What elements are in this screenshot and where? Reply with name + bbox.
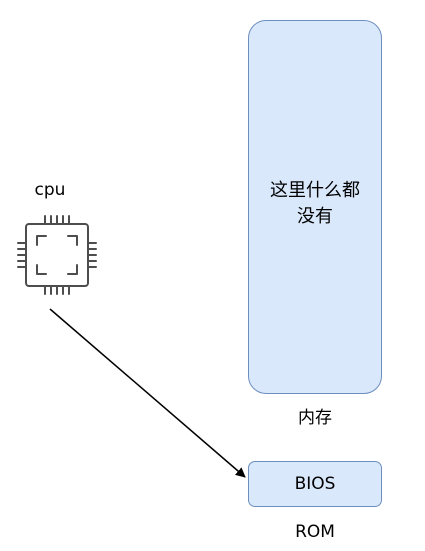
cpu-to-bios-arrow (49, 308, 246, 478)
rom-caption: ROM (295, 522, 335, 542)
bios-label: BIOS (294, 474, 336, 494)
memory-caption: 内存 (298, 408, 332, 428)
memory-content-text: 这里什么都 没有 (248, 178, 382, 230)
cpu-chip-icon (17, 215, 97, 295)
memory-content-line-2: 没有 (297, 206, 333, 227)
memory-content-line-1: 这里什么都 (270, 180, 360, 201)
cpu-label: cpu (34, 180, 66, 200)
